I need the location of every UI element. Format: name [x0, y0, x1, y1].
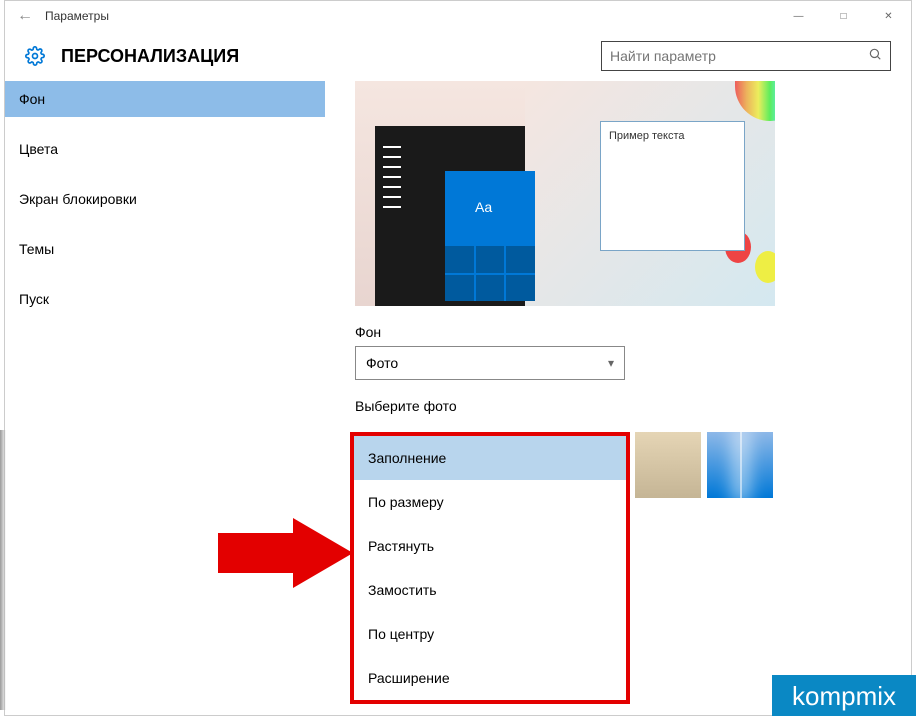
- choose-photo-label: Выберите фото: [355, 398, 911, 414]
- fit-option-fit[interactable]: По размеру: [354, 480, 626, 524]
- search-icon: [868, 47, 882, 66]
- back-button[interactable]: ←: [5, 7, 45, 25]
- dropdown-value: Фото: [366, 355, 398, 371]
- sidebar: Фон Цвета Экран блокировки Темы Пуск: [5, 81, 325, 715]
- sidebar-item-colors[interactable]: Цвета: [5, 131, 325, 167]
- fit-option-stretch[interactable]: Растянуть: [354, 524, 626, 568]
- search-input[interactable]: [610, 48, 868, 64]
- preview-start-panel: Aa: [375, 126, 525, 306]
- window-controls: — □ ✕: [776, 1, 911, 31]
- close-button[interactable]: ✕: [866, 1, 911, 31]
- photo-thumb[interactable]: [707, 432, 773, 498]
- preview-window: Пример текста: [600, 121, 745, 251]
- photo-thumbnails: [635, 432, 911, 498]
- window-shadow: [0, 430, 6, 710]
- gear-icon: [25, 46, 45, 66]
- maximize-button[interactable]: □: [821, 1, 866, 31]
- fit-option-span[interactable]: Расширение: [354, 656, 626, 700]
- fit-option-tile[interactable]: Замостить: [354, 568, 626, 612]
- minimize-button[interactable]: —: [776, 1, 821, 31]
- background-label: Фон: [355, 324, 911, 340]
- fit-dropdown-menu: Заполнение По размеру Растянуть Замостит…: [350, 432, 630, 704]
- sidebar-item-themes[interactable]: Темы: [5, 231, 325, 267]
- search-box[interactable]: [601, 41, 891, 71]
- page-title: ПЕРСОНАЛИЗАЦИЯ: [61, 46, 601, 67]
- window-title: Параметры: [45, 9, 109, 23]
- annotation-arrow-icon: [218, 518, 353, 588]
- fit-option-fill[interactable]: Заполнение: [354, 436, 626, 480]
- titlebar: ← Параметры — □ ✕: [5, 1, 911, 31]
- sidebar-item-background[interactable]: Фон: [5, 81, 325, 117]
- background-type-dropdown[interactable]: Фото ▾: [355, 346, 625, 380]
- fit-option-center[interactable]: По центру: [354, 612, 626, 656]
- desktop-preview: Aa Пример текста: [355, 81, 775, 306]
- sidebar-item-lockscreen[interactable]: Экран блокировки: [5, 181, 325, 217]
- header-row: ПЕРСОНАЛИЗАЦИЯ: [5, 31, 911, 81]
- watermark: kompmix: [772, 675, 916, 716]
- preview-tiles: Aa: [445, 171, 535, 301]
- chevron-down-icon: ▾: [608, 356, 614, 370]
- preview-sample-text: Пример текста: [609, 130, 736, 142]
- preview-tile-text: Aa: [475, 199, 492, 215]
- sidebar-item-start[interactable]: Пуск: [5, 281, 325, 317]
- photo-thumb[interactable]: [635, 432, 701, 498]
